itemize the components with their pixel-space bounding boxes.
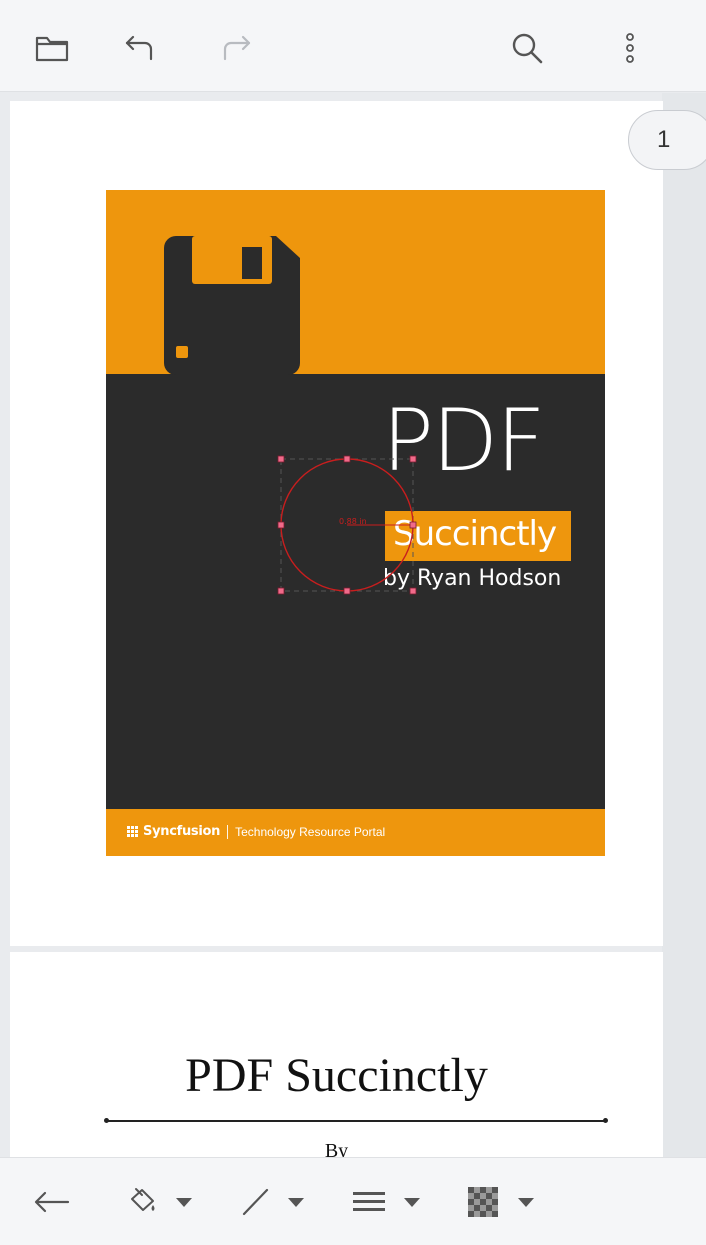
floppy-disk-icon — [164, 236, 300, 375]
brand-divider — [227, 824, 229, 839]
cover-author: by Ryan Hodson — [383, 566, 562, 591]
opacity-icon — [468, 1187, 498, 1217]
chevron-down-icon — [404, 1198, 420, 1207]
search-icon[interactable] — [499, 20, 555, 76]
chevron-down-icon — [176, 1198, 192, 1207]
stroke-color-button[interactable] — [240, 1174, 306, 1230]
scrollbar[interactable] — [662, 93, 706, 1157]
syncfusion-logo: Syncfusion Technology Resource Portal — [127, 824, 385, 839]
document-viewer[interactable]: PDF Succinctly by Ryan Hodson Syncfusion… — [0, 93, 706, 1157]
folder-icon[interactable] — [24, 20, 80, 76]
opacity-button[interactable] — [468, 1174, 536, 1230]
page2-divider — [104, 1118, 608, 1123]
cover-title: PDF — [382, 391, 546, 491]
stroke-color-icon — [242, 1188, 269, 1216]
undo-icon[interactable] — [112, 20, 168, 76]
more-vertical-icon[interactable] — [602, 20, 658, 76]
fill-color-button[interactable] — [124, 1174, 194, 1230]
annotation-toolbar — [0, 1157, 706, 1245]
pdf-page-1[interactable]: PDF Succinctly by Ryan Hodson Syncfusion… — [10, 101, 663, 946]
page2-by: By — [324, 1140, 349, 1157]
top-toolbar — [0, 0, 706, 92]
thickness-button[interactable] — [352, 1174, 422, 1230]
chevron-down-icon — [288, 1198, 304, 1207]
page-number: 1 — [657, 126, 671, 153]
syncfusion-mark-icon — [127, 826, 138, 837]
brand-tagline: Technology Resource Portal — [235, 824, 386, 839]
fill-color-icon — [131, 1188, 155, 1211]
thickness-icon — [353, 1192, 385, 1211]
pdf-page-2[interactable]: PDF Succinctly By — [10, 952, 663, 1157]
chevron-down-icon — [518, 1198, 534, 1207]
redo-icon[interactable] — [208, 20, 264, 76]
page-number-indicator[interactable]: 1 — [628, 110, 706, 170]
back-arrow-icon[interactable] — [32, 1174, 72, 1230]
measurement-label: 0.88 in — [339, 517, 367, 526]
brand-name: Syncfusion — [143, 824, 221, 839]
page2-title: PDF Succinctly — [185, 1049, 488, 1102]
cover-subtitle: Succinctly — [393, 514, 557, 554]
